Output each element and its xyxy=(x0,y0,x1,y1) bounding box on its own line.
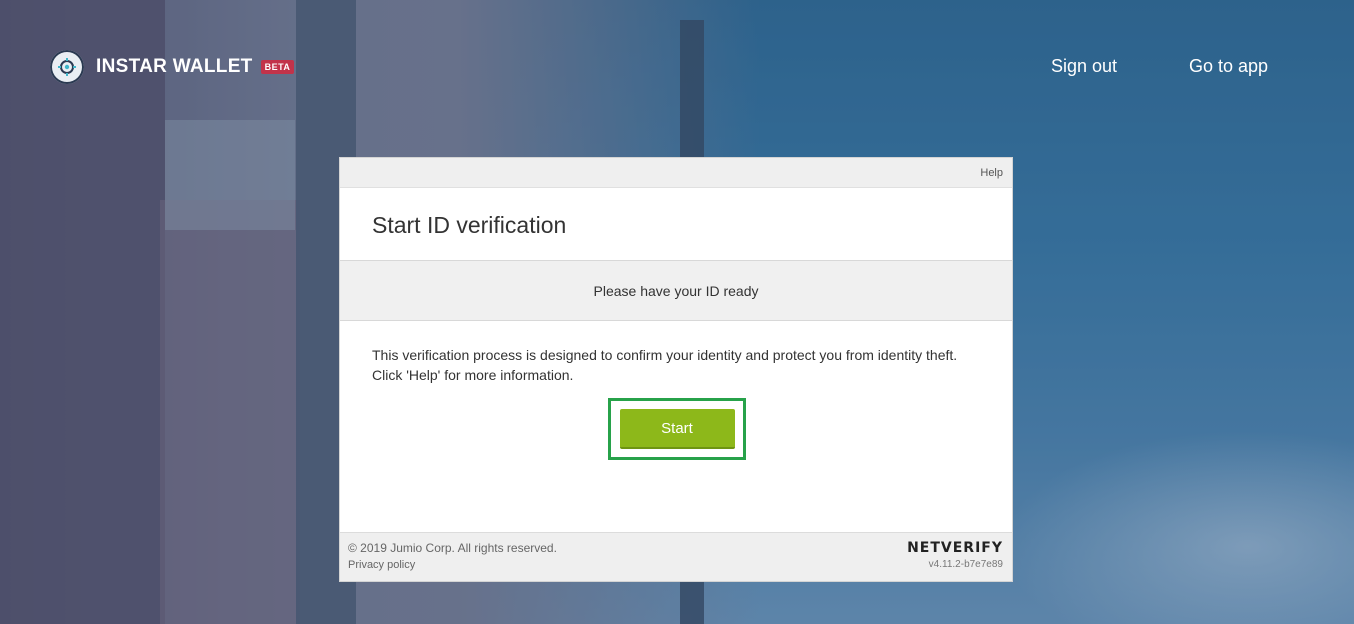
start-button-highlight: Start xyxy=(608,398,746,460)
sign-out-link[interactable]: Sign out xyxy=(1051,56,1117,77)
beta-badge: BETA xyxy=(260,60,295,74)
panel-body: This verification process is designed to… xyxy=(340,321,1012,532)
panel-topbar: Help xyxy=(340,158,1012,188)
help-link[interactable]: Help xyxy=(980,167,1003,179)
panel-footer: © 2019 Jumio Corp. All rights reserved. … xyxy=(340,532,1012,581)
start-button[interactable]: Start xyxy=(619,409,735,449)
app-logo[interactable]: INSTAR WALLET BETA xyxy=(50,50,295,84)
panel-title: Start ID verification xyxy=(340,188,1012,261)
version-text: v4.11.2-b7e7e89 xyxy=(928,559,1003,570)
id-verification-panel: Help Start ID verification Please have y… xyxy=(339,157,1013,582)
id-ready-notice: Please have your ID ready xyxy=(340,261,1012,321)
privacy-policy-link[interactable]: Privacy policy xyxy=(348,559,415,571)
go-to-app-link[interactable]: Go to app xyxy=(1189,56,1268,77)
netverify-logo: NETVERIFY xyxy=(907,540,1003,556)
copyright-text: © 2019 Jumio Corp. All rights reserved. xyxy=(348,541,557,555)
brand-name: INSTAR WALLET xyxy=(96,56,253,77)
notice-text: Please have your ID ready xyxy=(593,282,759,299)
wallet-logo-icon xyxy=(50,50,84,84)
description-text: This verification process is designed to… xyxy=(372,347,958,383)
